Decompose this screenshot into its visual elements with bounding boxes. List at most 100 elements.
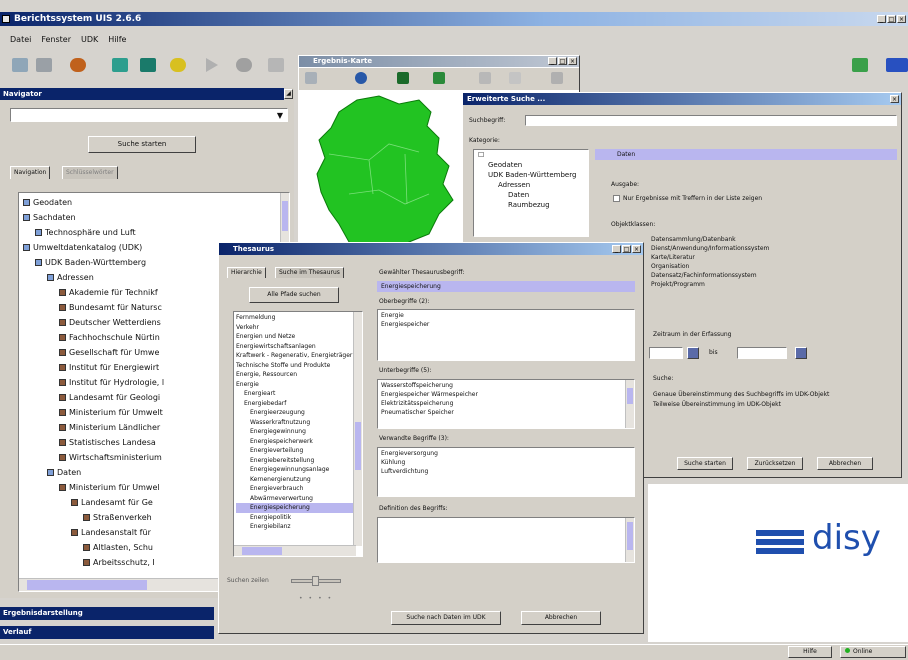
suchbegriff-input[interactable]: [525, 115, 897, 126]
hierarchy-item[interactable]: Energie, Ressourcen: [236, 370, 362, 380]
layers-icon[interactable]: [12, 58, 28, 72]
menu-datei[interactable]: Datei: [10, 35, 31, 49]
hierarchy-item[interactable]: Energiespeicherwerk: [236, 437, 362, 447]
definition-scrollbar[interactable]: [625, 518, 634, 562]
menu-udk[interactable]: UDK: [81, 35, 98, 49]
hierarchy-item[interactable]: Kraftwerk - Regenerativ, Energieträger: [236, 351, 362, 361]
map-print-icon[interactable]: [551, 72, 563, 84]
tab-schluesselwoerter[interactable]: Schlüsselwörter: [62, 166, 118, 179]
tree-item[interactable]: Sachdaten: [23, 210, 289, 225]
minimize-button[interactable]: _: [877, 15, 886, 23]
tab-suche-im-thesaurus[interactable]: Suche im Thesaurus: [275, 267, 344, 278]
window-icon[interactable]: [112, 58, 128, 72]
hierarchy-item[interactable]: Energieart: [236, 389, 362, 399]
objektklasse-item[interactable]: Karte/Literatur: [651, 253, 891, 262]
hierarchy-item[interactable]: Energieverteilung: [236, 446, 362, 456]
zeitraum-from-input[interactable]: [649, 347, 683, 359]
menu-hilfe[interactable]: Hilfe: [108, 35, 126, 49]
menu-fenster[interactable]: Fenster: [41, 35, 71, 49]
objektklasse-item[interactable]: Datensammlung/Datenbank: [651, 235, 891, 244]
hierarchy-hscroll-thumb[interactable]: [242, 547, 282, 555]
suchen-zeilen-slider[interactable]: [291, 576, 341, 586]
tools-icon[interactable]: [36, 58, 52, 72]
tree-item[interactable]: Geodaten: [23, 195, 289, 210]
thesaurus-cancel-button[interactable]: Abbrechen: [521, 611, 601, 625]
search-close-button[interactable]: ×: [890, 95, 899, 103]
hierarchy-item[interactable]: Verkehr: [236, 323, 362, 333]
hierarchy-item[interactable]: Energiebedarf: [236, 399, 362, 409]
navigator-restore-button[interactable]: ◢: [284, 89, 293, 99]
kategorie-item[interactable]: Raumbezug: [474, 200, 588, 210]
ergebnis-bar[interactable]: Ergebnisdarstellung: [0, 607, 214, 620]
hierarchy-item[interactable]: Energieerzeugung: [236, 408, 362, 418]
hierarchy-item[interactable]: Energiebilanz: [236, 522, 362, 532]
navigator-search-combo[interactable]: ▼: [10, 108, 288, 122]
map-close-button[interactable]: ×: [568, 57, 577, 65]
navigator-search-button[interactable]: Suche starten: [88, 136, 196, 153]
list-item[interactable]: Pneumatischer Speicher: [381, 408, 634, 417]
hierarchy-item[interactable]: Fernmeldung: [236, 313, 362, 323]
objektklasse-item[interactable]: Organisation: [651, 262, 891, 271]
kategorie-item[interactable]: Geodaten: [474, 160, 588, 170]
germany-map[interactable]: [309, 94, 469, 254]
kategorie-item[interactable]: UDK Baden-Württemberg: [474, 170, 588, 180]
status-hilfe[interactable]: Hilfe: [788, 646, 832, 658]
hierarchy-item-selected[interactable]: Energiespeicherung: [236, 503, 362, 513]
kategorie-item[interactable]: Adressen: [474, 180, 588, 190]
list-item[interactable]: Energiespeicher: [381, 320, 634, 329]
suche-nach-daten-button[interactable]: Suche nach Daten im UDK: [391, 611, 501, 625]
tab-hierarchie[interactable]: Hierarchie: [227, 267, 266, 278]
objektklasse-item[interactable]: Projekt/Programm: [651, 280, 891, 289]
chevron-down-icon[interactable]: ▼: [277, 111, 283, 120]
map-legend-icon[interactable]: [433, 72, 445, 84]
definition-scroll-thumb[interactable]: [627, 522, 633, 550]
search-start-button[interactable]: Suche starten: [677, 457, 733, 470]
calendar-to-button[interactable]: [795, 347, 807, 359]
hierarchy-scrollbar[interactable]: [353, 312, 362, 546]
map-layer-icon[interactable]: [397, 72, 409, 84]
close-button[interactable]: ×: [897, 15, 906, 23]
hierarchy-scroll-thumb[interactable]: [355, 422, 361, 470]
verlauf-bar[interactable]: Verlauf: [0, 626, 214, 639]
list-item[interactable]: Energiespeicher Wärmespeicher: [381, 390, 634, 399]
list-item[interactable]: Energie: [381, 311, 634, 320]
thesaurus-minimize-button[interactable]: _: [612, 245, 621, 253]
unterbegriffe-scrollbar[interactable]: [625, 380, 634, 428]
map-globe-icon[interactable]: [355, 72, 367, 84]
stop-icon[interactable]: [236, 58, 252, 72]
slider-thumb[interactable]: [312, 576, 319, 586]
map-toolbar-icon[interactable]: [852, 58, 868, 72]
navigator-tree-hscroll-thumb[interactable]: [27, 580, 147, 590]
hierarchy-item[interactable]: Energieverbrauch: [236, 484, 362, 494]
table-icon[interactable]: [140, 58, 156, 72]
help-icon[interactable]: [170, 58, 186, 72]
map-pan-icon[interactable]: [305, 72, 317, 84]
hierarchy-item[interactable]: Energie: [236, 380, 362, 390]
hierarchy-hscrollbar[interactable]: [234, 545, 356, 556]
tree-item[interactable]: Technosphäre und Luft: [23, 225, 289, 240]
list-item[interactable]: Wasserstoffspeicherung: [381, 381, 634, 390]
list-item[interactable]: Energieversorgung: [381, 449, 634, 458]
map-minimize-button[interactable]: _: [548, 57, 557, 65]
suche-option-exact[interactable]: Genaue Übereinstimmung des Suchbegriffs …: [653, 391, 829, 398]
thesaurus-close-button[interactable]: ×: [632, 245, 641, 253]
tab-navigation[interactable]: Navigation: [10, 166, 51, 179]
zeitraum-to-input[interactable]: [737, 347, 787, 359]
hierarchy-item[interactable]: Energien und Netze: [236, 332, 362, 342]
status-online[interactable]: Online: [840, 646, 906, 658]
zoom-icon[interactable]: [268, 58, 284, 72]
hierarchy-item[interactable]: Energiepolitik: [236, 513, 362, 523]
map-zoom-icon[interactable]: [479, 72, 491, 84]
ausgabe-checkbox[interactable]: [613, 195, 620, 202]
suche-option-partial[interactable]: Teilweise Übereinstimmung im UDK-Objekt: [653, 401, 781, 408]
globe-icon[interactable]: [70, 58, 86, 72]
list-item[interactable]: Kühlung: [381, 458, 634, 467]
thesaurus-maximize-button[interactable]: □: [622, 245, 631, 253]
hierarchy-item[interactable]: Technische Stoffe und Produkte: [236, 361, 362, 371]
maximize-button[interactable]: □: [887, 15, 896, 23]
play-icon[interactable]: [206, 58, 218, 72]
alle-pfade-button[interactable]: Alle Pfade suchen: [249, 287, 339, 303]
hierarchy-item[interactable]: Energiegewinnung: [236, 427, 362, 437]
kategorie-root[interactable]: ☐: [474, 150, 588, 160]
navigator-tree-scroll-thumb[interactable]: [282, 201, 288, 231]
